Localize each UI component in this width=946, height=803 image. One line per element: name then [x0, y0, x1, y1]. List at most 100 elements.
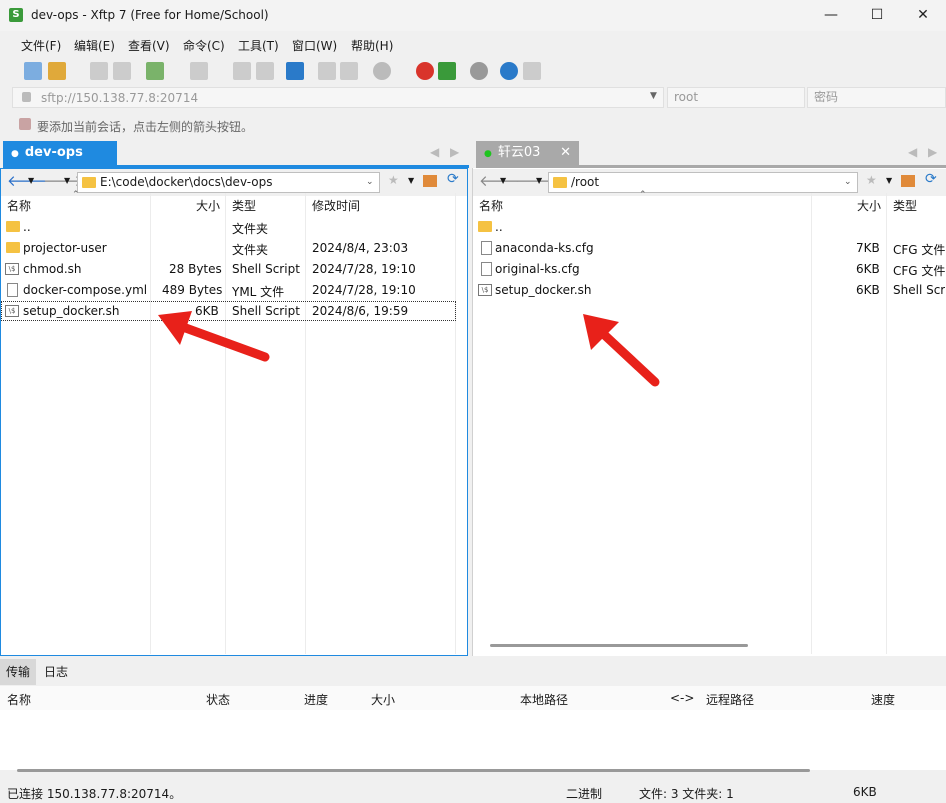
download-icon[interactable]: [256, 62, 274, 80]
transfer-col-remote-path[interactable]: 远程路径: [706, 691, 754, 708]
file-type: Shell Script: [232, 262, 300, 276]
col-size-header[interactable]: 大小: [196, 197, 220, 214]
transfer-col-status[interactable]: 状态: [206, 691, 230, 708]
file-size: 489 Bytes: [162, 283, 223, 297]
forward-dropdown-icon[interactable]: ▼: [536, 176, 542, 185]
xftp-app-icon[interactable]: S: [9, 8, 23, 22]
col-name-header[interactable]: 名称: [479, 197, 503, 214]
back-dropdown-icon[interactable]: ▼: [500, 176, 506, 185]
col-type-header[interactable]: 类型: [232, 197, 256, 214]
session-arrow-icon[interactable]: [19, 118, 31, 130]
sync-icon[interactable]: [286, 62, 304, 80]
new-session-icon[interactable]: [24, 62, 42, 80]
menu-file[interactable]: 文件(F): [21, 37, 61, 54]
tab-xuanyun03[interactable]: ● 轩云03 ✕: [476, 141, 579, 165]
transfer-scrollbar[interactable]: [17, 769, 810, 772]
disconnect-icon[interactable]: [113, 62, 131, 80]
transfer-list: [0, 710, 946, 770]
copy-icon[interactable]: [318, 62, 336, 80]
menu-help[interactable]: 帮助(H): [351, 37, 393, 54]
refresh-icon[interactable]: ⟳: [447, 171, 459, 187]
bookmark-star-icon[interactable]: ★: [388, 173, 399, 187]
transfer-col-local-path[interactable]: 本地路径: [520, 691, 568, 708]
forward-dropdown-icon[interactable]: ▼: [64, 176, 70, 185]
bottom-tab-bar: [0, 659, 946, 685]
col-name-header[interactable]: 名称: [7, 197, 31, 214]
encoding-icon[interactable]: [373, 62, 391, 80]
file-name[interactable]: docker-compose.yml: [23, 283, 147, 297]
col-size-header[interactable]: 大小: [857, 197, 881, 214]
address-dropdown-icon[interactable]: ▼: [650, 91, 657, 101]
file-type: 文件夹: [232, 243, 269, 257]
file-name[interactable]: projector-user: [23, 241, 107, 255]
tab-xuanyun03-label: 轩云03: [497, 145, 541, 160]
transfer-col-direction[interactable]: <->: [670, 691, 694, 705]
home-icon[interactable]: [423, 175, 437, 187]
remote-path-input[interactable]: /root: [548, 172, 858, 193]
tab-transfers[interactable]: 传输: [0, 659, 37, 685]
status-counts: 文件: 3 文件夹: 1: [639, 787, 734, 801]
file-type: Shell Scri: [893, 283, 945, 297]
bookmark-dropdown-icon[interactable]: ▼: [408, 176, 414, 185]
chat-icon[interactable]: [523, 62, 541, 80]
gear-icon[interactable]: [470, 62, 488, 80]
minimize-button[interactable]: —: [808, 0, 854, 31]
bookmark-dropdown-icon[interactable]: ▼: [886, 176, 892, 185]
upload-icon[interactable]: [233, 62, 251, 80]
menu-command[interactable]: 命令(C): [183, 37, 225, 54]
open-folder-icon[interactable]: [48, 62, 66, 80]
file-name[interactable]: ..: [23, 220, 31, 234]
path-dropdown-icon[interactable]: ⌄: [366, 177, 374, 187]
path-folder-icon: [82, 177, 96, 188]
menu-window[interactable]: 窗口(W): [292, 37, 337, 54]
tab-dev-ops-label: dev-ops: [24, 145, 83, 160]
xftp-icon[interactable]: [438, 62, 456, 80]
home-icon[interactable]: [901, 175, 915, 187]
col-modified-header[interactable]: 修改时间: [312, 197, 360, 214]
password-field[interactable]: 密码: [807, 87, 946, 108]
menu-view[interactable]: 查看(V): [128, 37, 170, 54]
tab-next-icon-right[interactable]: ▶: [928, 145, 937, 159]
tab-prev-icon[interactable]: ◀: [430, 145, 439, 159]
file-type: CFG 文件: [893, 264, 946, 278]
path-dropdown-icon[interactable]: ⌄: [844, 177, 852, 187]
refresh-icon[interactable]: ⟳: [925, 171, 937, 187]
file-size: 6KB: [856, 283, 880, 297]
tab-dev-ops[interactable]: ● dev-ops: [3, 141, 117, 165]
xshell-icon[interactable]: [416, 62, 434, 80]
transfer-col-speed[interactable]: 速度: [871, 691, 895, 708]
file-name[interactable]: setup_docker.sh: [23, 304, 120, 318]
username-field[interactable]: root: [667, 87, 805, 108]
connect-icon[interactable]: [90, 62, 108, 80]
col-type-header[interactable]: 类型: [893, 197, 917, 214]
paste-icon[interactable]: [340, 62, 358, 80]
menu-edit[interactable]: 编辑(E): [74, 37, 115, 54]
maximize-button[interactable]: ☐: [854, 0, 900, 31]
tab-log[interactable]: 日志: [38, 659, 74, 685]
file-name[interactable]: chmod.sh: [23, 262, 82, 276]
tab-next-icon[interactable]: ▶: [450, 145, 459, 159]
back-dropdown-icon[interactable]: ▼: [28, 176, 34, 185]
tab-prev-icon-right[interactable]: ◀: [908, 145, 917, 159]
new-transfer-icon[interactable]: [146, 62, 164, 80]
file-name[interactable]: ..: [495, 220, 503, 234]
play-icon[interactable]: [190, 62, 208, 80]
file-name[interactable]: original-ks.cfg: [495, 262, 580, 276]
sort-indicator-icon: ⌃: [639, 190, 647, 200]
file-name[interactable]: setup_docker.sh: [495, 283, 592, 297]
transfer-col-progress[interactable]: 进度: [304, 691, 328, 708]
col-divider: [886, 193, 887, 654]
close-button[interactable]: ✕: [900, 0, 946, 31]
horizontal-scrollbar[interactable]: [490, 644, 748, 647]
tab-close-icon[interactable]: ✕: [560, 141, 571, 165]
bookmark-star-icon[interactable]: ★: [866, 173, 877, 187]
file-modified: 2024/7/28, 19:10: [312, 262, 416, 276]
help-icon[interactable]: [500, 62, 518, 80]
local-path-input[interactable]: E:\code\docker\docs\dev-ops: [77, 172, 380, 193]
transfer-col-size[interactable]: 大小: [371, 691, 395, 708]
file-name[interactable]: anaconda-ks.cfg: [495, 241, 594, 255]
annotation-arrow-left-icon: [158, 311, 270, 362]
transfer-col-name[interactable]: 名称: [7, 691, 31, 708]
menu-tools[interactable]: 工具(T): [238, 37, 279, 54]
file-size: 6KB: [856, 262, 880, 276]
